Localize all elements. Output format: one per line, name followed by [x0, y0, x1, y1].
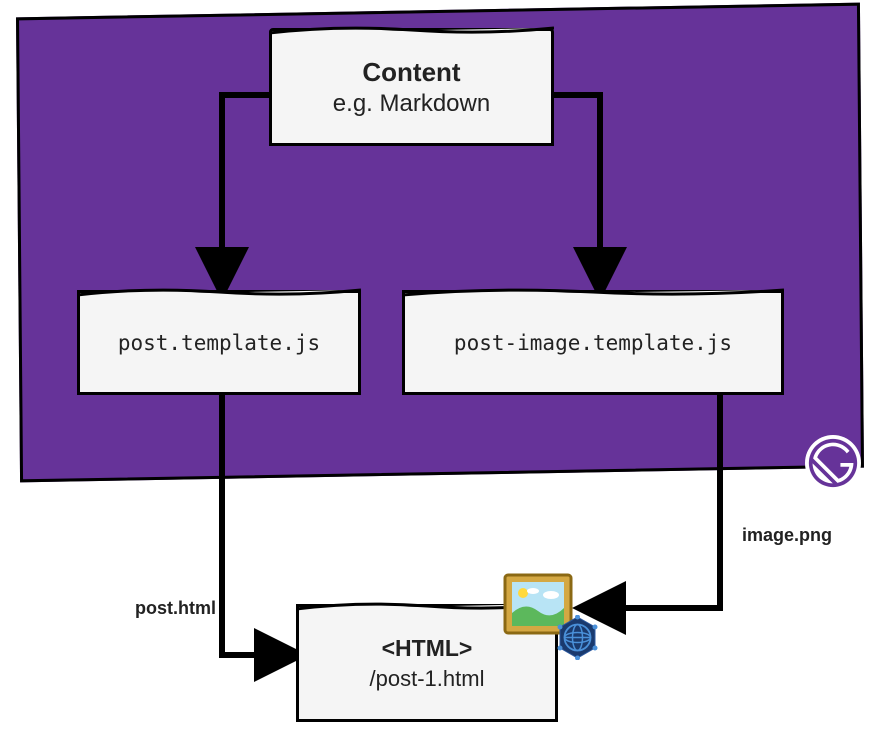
content-subtitle: e.g. Markdown [333, 90, 490, 118]
template-left-label: post.template.js [118, 331, 320, 355]
right-arrow-label: image.png [742, 525, 832, 546]
template-right-box: post-image.template.js [402, 290, 784, 395]
diagram-canvas: Content e.g. Markdown post.template.js p… [0, 0, 880, 747]
template-left-box: post.template.js [77, 290, 361, 395]
globe-hexagon-icon [555, 615, 600, 660]
output-title: <HTML> [382, 635, 473, 662]
gatsby-logo-icon [805, 435, 861, 491]
template-right-label: post-image.template.js [454, 331, 732, 355]
content-title: Content [362, 57, 460, 88]
output-path: /post-1.html [370, 666, 485, 692]
content-box: Content e.g. Markdown [269, 28, 554, 146]
left-arrow-label: post.html [135, 598, 216, 619]
